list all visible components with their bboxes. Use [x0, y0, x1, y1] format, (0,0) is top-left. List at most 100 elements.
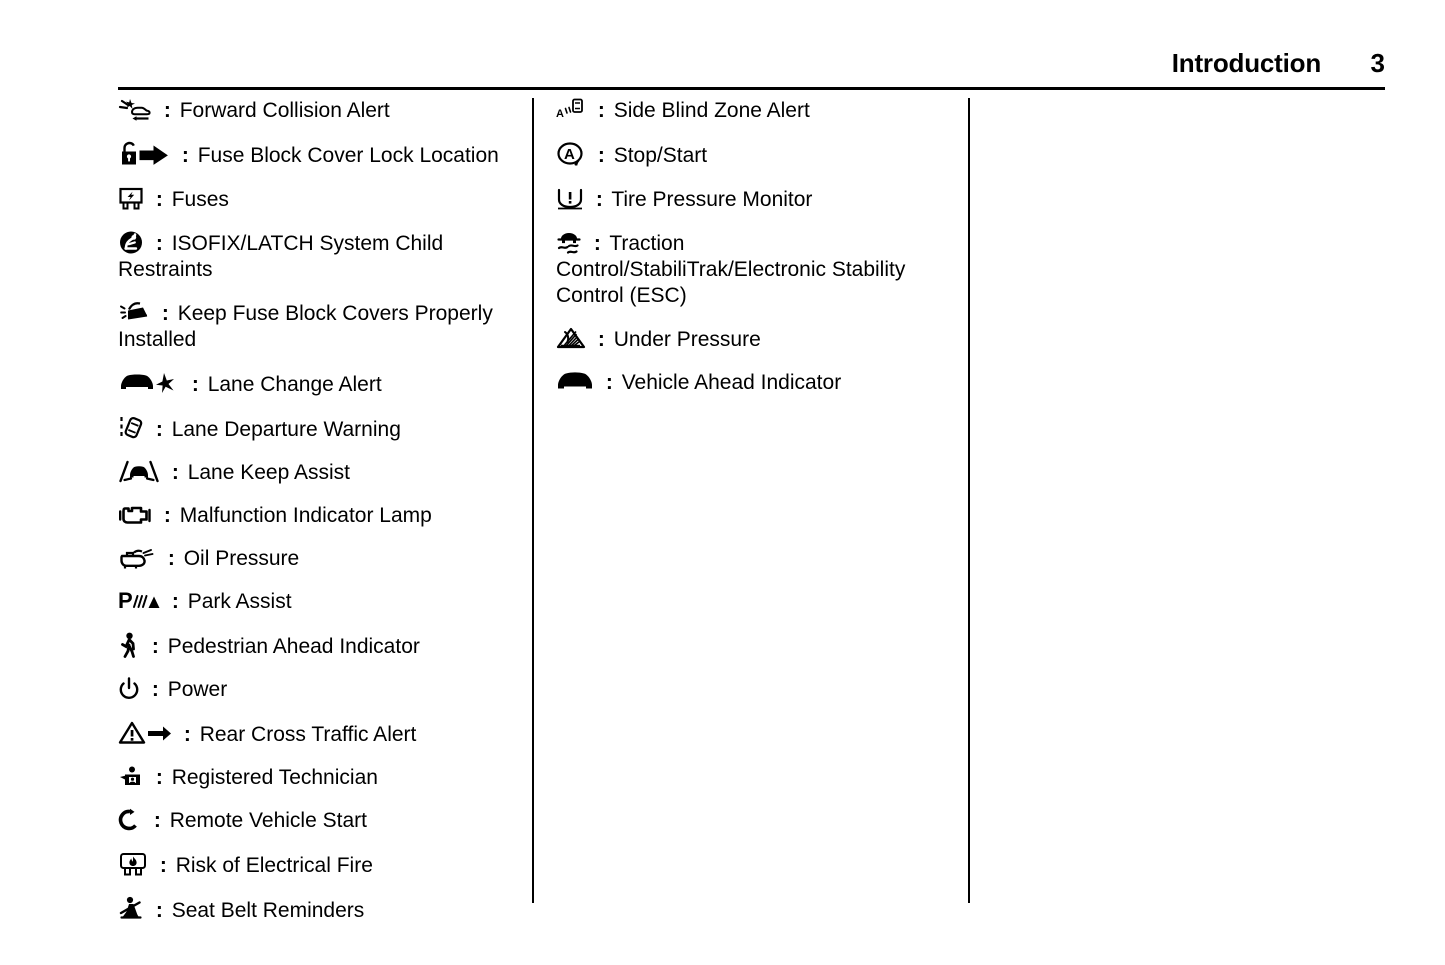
legend-label: Side Blind Zone Alert — [613, 99, 810, 122]
rear-cross-traffic-alert-icon — [118, 720, 172, 746]
risk-of-electrical-fire-icon — [118, 851, 148, 877]
legend-label: Seat Belt Reminders — [171, 899, 365, 922]
legend-separator: : — [597, 144, 605, 167]
symbol-legend-content: : Forward Collision Alert : Fuse Block C… — [0, 98, 1445, 922]
legend-label: Pedestrian Ahead Indicator — [167, 635, 420, 658]
forward-collision-alert-icon — [118, 98, 152, 122]
legend-label: Forward Collision Alert — [179, 99, 390, 122]
lane-departure-warning-icon — [118, 415, 144, 441]
legend-item: : Seat Belt Reminders — [118, 896, 518, 924]
legend-item: : Remote Vehicle Start — [118, 808, 518, 834]
lane-change-alert-icon — [118, 370, 180, 396]
legend-separator: : — [595, 188, 603, 211]
legend-label: Lane Keep Assist — [187, 461, 350, 484]
legend-separator: : — [155, 899, 163, 922]
column-divider-left — [532, 98, 534, 903]
header-rule — [118, 87, 1385, 90]
legend-column-middle: A : Side Blind Zone Alert A : Stop/Start… — [556, 98, 956, 413]
legend-separator: : — [597, 99, 605, 122]
keep-fuse-block-covers-installed-icon — [118, 300, 150, 325]
column-divider-right — [968, 98, 970, 903]
legend-item: : Lane Departure Warning — [118, 415, 518, 443]
registered-technician-icon — [118, 765, 144, 789]
legend-item: : Tire Pressure Monitor — [556, 186, 956, 213]
header-text-row: Introduction 3 — [118, 50, 1385, 84]
legend-item: : Under Pressure — [556, 326, 956, 353]
legend-label: Registered Technician — [171, 766, 378, 789]
legend-label: Traction Control/StabiliTrak/Electronic … — [556, 232, 906, 307]
legend-item: : Power — [118, 677, 518, 703]
lane-keep-assist-icon — [118, 460, 160, 484]
legend-separator: : — [163, 504, 171, 527]
legend-label: Keep Fuse Block Covers Properly Installe… — [118, 302, 493, 351]
page-number: 3 — [1370, 48, 1385, 78]
legend-item: A : Stop/Start — [556, 141, 956, 169]
legend-column-left: : Forward Collision Alert : Fuse Block C… — [118, 98, 518, 941]
legend-item: : Malfunction Indicator Lamp — [118, 503, 518, 529]
chapter-title: Introduction — [1171, 48, 1321, 78]
legend-separator: : — [155, 418, 163, 441]
legend-separator: : — [171, 590, 179, 613]
svg-text:A: A — [556, 108, 564, 120]
remote-vehicle-start-icon — [118, 808, 142, 832]
legend-item: A : Side Blind Zone Alert — [556, 98, 956, 124]
legend-separator: : — [183, 723, 191, 746]
legend-separator: : — [159, 854, 167, 877]
legend-item: : Risk of Electrical Fire — [118, 851, 518, 879]
legend-item: : Lane Change Alert — [118, 370, 518, 398]
legend-separator: : — [161, 302, 169, 325]
under-pressure-icon — [556, 326, 586, 351]
legend-separator: : — [167, 547, 175, 570]
legend-separator: : — [155, 232, 163, 255]
legend-item: : Fuse Block Cover Lock Location — [118, 141, 518, 169]
legend-label: Lane Departure Warning — [171, 418, 401, 441]
legend-label: Remote Vehicle Start — [169, 809, 367, 832]
tire-pressure-monitor-icon — [556, 186, 584, 211]
vehicle-ahead-indicator-icon — [556, 370, 594, 394]
stop-start-icon: A — [556, 141, 586, 167]
legend-label: Under Pressure — [613, 328, 761, 351]
legend-label: ISOFIX/LATCH System Child Restraints — [118, 232, 444, 281]
legend-label: Park Assist — [187, 590, 292, 613]
legend-label: Fuse Block Cover Lock Location — [197, 144, 499, 167]
legend-item: : Vehicle Ahead Indicator — [556, 370, 956, 396]
legend-separator: : — [153, 809, 161, 832]
park-assist-icon: P — [118, 589, 160, 613]
svg-text:P: P — [118, 589, 133, 613]
legend-separator: : — [171, 461, 179, 484]
legend-separator: : — [181, 144, 189, 167]
legend-item: : ISOFIX/LATCH System Child Restraints — [118, 230, 518, 283]
legend-label: Tire Pressure Monitor — [611, 188, 813, 211]
fuse-block-cover-lock-location-icon — [118, 141, 170, 167]
legend-separator: : — [191, 373, 199, 396]
legend-item: : Forward Collision Alert — [118, 98, 518, 124]
pedestrian-ahead-indicator-icon — [118, 632, 140, 658]
page-header: Introduction 3 — [118, 50, 1385, 90]
legend-item: : Keep Fuse Block Covers Properly Instal… — [118, 300, 518, 353]
legend-item: : Fuses — [118, 186, 518, 213]
legend-separator: : — [155, 188, 163, 211]
legend-label: Rear Cross Traffic Alert — [199, 723, 417, 746]
legend-separator: : — [605, 371, 613, 394]
legend-label: Lane Change Alert — [207, 373, 382, 396]
legend-separator: : — [163, 99, 171, 122]
legend-separator: : — [151, 635, 159, 658]
legend-label: Oil Pressure — [183, 547, 300, 570]
svg-text:A: A — [564, 146, 575, 163]
traction-control-icon — [556, 230, 582, 255]
legend-separator: : — [155, 766, 163, 789]
legend-label: Power — [167, 678, 228, 701]
legend-label: Risk of Electrical Fire — [175, 854, 373, 877]
legend-label: Malfunction Indicator Lamp — [179, 504, 432, 527]
legend-item: : Rear Cross Traffic Alert — [118, 720, 518, 748]
legend-item: : Traction Control/StabiliTrak/Electroni… — [556, 230, 956, 309]
legend-item: : Lane Keep Assist — [118, 460, 518, 486]
seat-belt-reminders-icon — [118, 896, 144, 922]
legend-item: P : Park Assist — [118, 589, 518, 615]
legend-label: Stop/Start — [613, 144, 708, 167]
legend-label: Vehicle Ahead Indicator — [621, 371, 842, 394]
fuses-icon — [118, 186, 144, 211]
legend-item: : Pedestrian Ahead Indicator — [118, 632, 518, 660]
legend-separator: : — [593, 232, 601, 255]
malfunction-indicator-lamp-icon — [118, 503, 152, 527]
